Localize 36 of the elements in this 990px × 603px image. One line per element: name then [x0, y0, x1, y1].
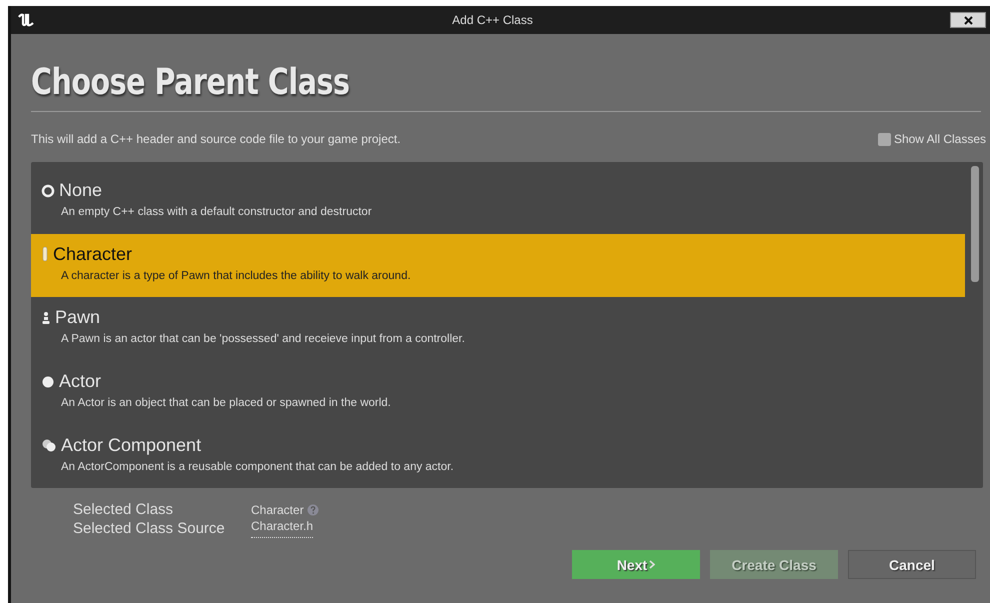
class-list-item[interactable]: Actor Component An ActorComponent is a reusable component that can be added to any actor. [31, 424, 965, 488]
logo-icon [17, 11, 35, 29]
class-list-item[interactable]: Pawn A Pawn is an actor that can be 'possessed' and receieve input from a controller. [31, 297, 965, 361]
class-name: Pawn [55, 307, 100, 328]
ring-icon [41, 184, 55, 198]
page-heading: Choose Parent Class [31, 62, 350, 103]
class-list-item[interactable]: Actor An Actor is an object that can be placed or spawned in the world. [31, 360, 965, 424]
pawn-icon [41, 310, 51, 325]
close-button[interactable] [950, 12, 986, 28]
scrollbar-thumb[interactable] [971, 166, 979, 282]
chevron-icon [649, 560, 656, 569]
class-name: Actor Component [61, 434, 202, 456]
class-value: Character [251, 502, 304, 516]
close-icon [964, 16, 972, 24]
info-label: Selected Class [73, 500, 174, 519]
description-text: This will add a C++ header and source code file to your game project. [31, 132, 401, 146]
class-description: An empty C++ class with a default constructor and destructor [60, 206, 373, 218]
help-icon[interactable] [306, 504, 319, 516]
checkbox-box[interactable] [878, 132, 891, 146]
source-link[interactable]: Character.h [251, 519, 314, 538]
spheres-icon [41, 438, 57, 452]
info-label: Selected Class Source [73, 519, 226, 538]
cancel-button[interactable]: Cancel [848, 550, 976, 579]
window-title: Add C++ Class [452, 13, 533, 27]
class-description: A Pawn is an actor that can be 'possessed' and receieve input from a controller. [60, 333, 466, 346]
show-all-classes-checkbox[interactable]: Show All Classes [878, 132, 986, 146]
figure-icon [41, 246, 49, 262]
class-name: Character [53, 244, 132, 265]
sphere-icon [41, 374, 55, 389]
class-list-item[interactable]: None An empty C++ class with a default constructor and destructor [31, 170, 965, 234]
class-description: A character is a type of Pawn that includes the ability to walk around. [60, 270, 412, 282]
class-description: An Actor is an object that can be placed or spawned in the world. [60, 397, 392, 410]
class-list-item[interactable]: Character A character is a type of Pawn that includes the ability to walk around. [31, 234, 965, 298]
class-name: Actor [59, 371, 102, 392]
class-description: An ActorComponent is a reusable component that can be added to any actor. [60, 460, 455, 473]
class-name: None [59, 180, 102, 202]
